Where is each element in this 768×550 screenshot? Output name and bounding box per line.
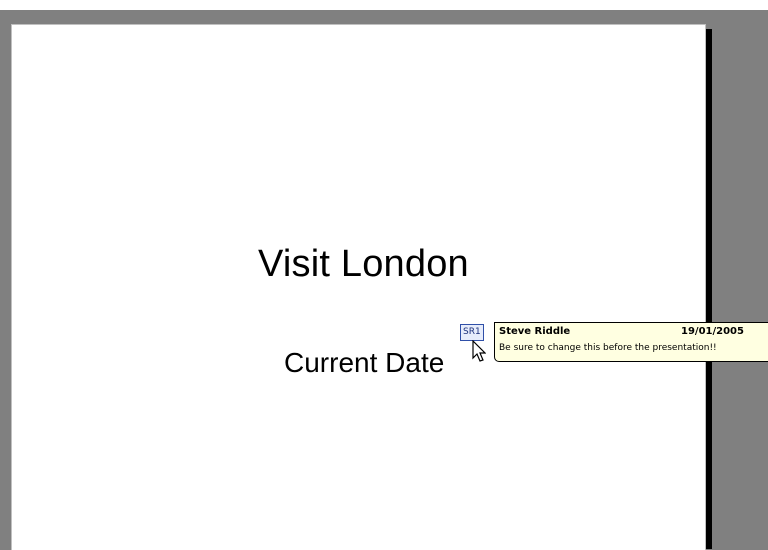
slide-canvas[interactable]: Visit London Current Date: [11, 24, 706, 550]
comment-text: Be sure to change this before the presen…: [499, 343, 717, 353]
slide-title[interactable]: Visit London: [258, 243, 469, 286]
comment-date: 19/01/2005: [681, 326, 744, 337]
comment-author: Steve Riddle: [499, 326, 571, 337]
slide-subtitle[interactable]: Current Date: [284, 347, 444, 379]
comment-tooltip: Steve Riddle 19/01/2005 Be sure to chang…: [494, 322, 768, 362]
top-strip: [0, 0, 768, 10]
arrow-cursor-icon: [472, 340, 486, 362]
comment-marker[interactable]: SR1: [460, 324, 484, 341]
